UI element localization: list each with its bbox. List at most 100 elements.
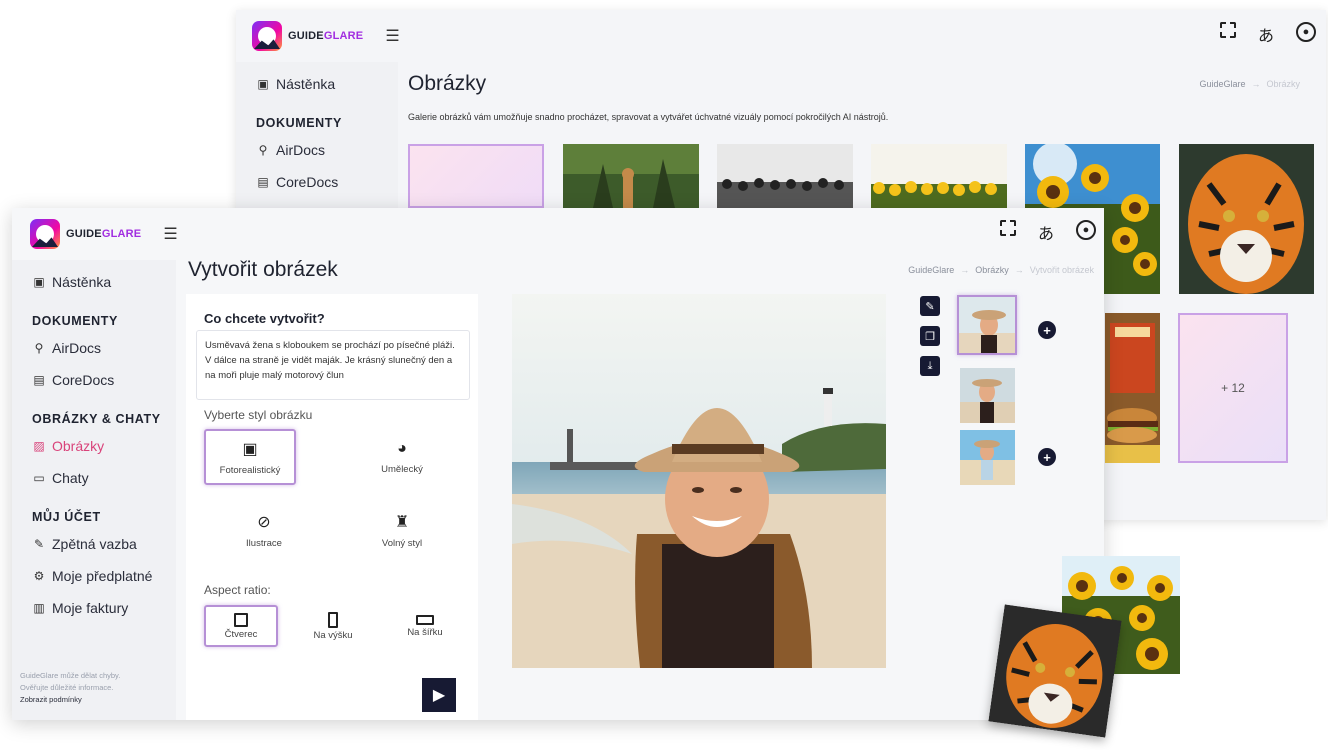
dashboard-icon: ▣ [33, 275, 45, 289]
logo[interactable]: GUIDEGLARE [30, 219, 141, 249]
palette-icon: ◕ [397, 439, 407, 457]
aspect-option-label: Na výšku [313, 629, 353, 641]
style-option-artistic[interactable]: ◕ Umělecký [356, 429, 448, 485]
breadcrumb: GuideGlare → Obrázky → Vytvořit obrázek [908, 265, 1094, 275]
sidebar-item-label: CoreDocs [52, 372, 115, 388]
add-icon[interactable]: + [1038, 321, 1056, 339]
tiger-image [988, 604, 1122, 738]
style-option-illustration[interactable]: ⊘ Ilustrace [218, 502, 310, 558]
breadcrumb-item: Vytvořit obrázek [1029, 265, 1094, 275]
feedback-icon: ✎ [33, 537, 45, 551]
sidebar-item-label: Moje faktury [52, 600, 129, 616]
aspect-option-portrait[interactable]: Na výšku [296, 605, 370, 647]
download-icon[interactable]: ⤓ [920, 356, 940, 376]
gallery-thumb[interactable] [563, 144, 699, 208]
sidebar-item-coredocs[interactable]: ▤ CoreDocs [12, 364, 176, 396]
prompt-input[interactable]: Usměvavá žena s kloboukem se prochází po… [196, 330, 470, 400]
pin-icon: ⚲ [34, 341, 44, 355]
sidebar: ▣ Nástěnka DOKUMENTY ⚲ AirDocs ▤ CoreDocs O… [12, 260, 176, 720]
add-icon[interactable]: + [1038, 448, 1056, 466]
stage: GUIDEGLARE ☰ あ ● ▣ Nástěnka DOKUMENTY ⚲ Ai… [0, 0, 1328, 750]
sidebar-item-label: Nástěnka [52, 274, 112, 290]
style-option-free[interactable]: ♜ Volný styl [356, 502, 448, 558]
pen-icon: ⊘ [257, 513, 271, 531]
style-label: Vyberte styl obrázku [204, 408, 313, 422]
generate-button[interactable]: ▶ [422, 678, 456, 712]
gallery-thumb[interactable] [1179, 144, 1314, 294]
variant-thumb[interactable] [960, 430, 1015, 485]
sidebar-item-label: Zpětná vazba [52, 536, 137, 552]
translate-icon[interactable]: あ [1034, 220, 1058, 244]
chat-icon: ▭ [33, 471, 45, 485]
gallery-thumb[interactable] [717, 144, 853, 208]
page-title: Obrázky [408, 72, 487, 95]
style-option-label: Ilustrace [246, 537, 282, 549]
style-option-label: Volný styl [381, 537, 423, 549]
prompt-label: Co chcete vytvořit? [204, 311, 325, 326]
section-images-chats: OBRÁZKY & CHATY [32, 412, 161, 426]
sidebar-item-images[interactable]: ▨ Obrázky [12, 430, 176, 462]
terms-link[interactable]: Zobrazit podmínky [20, 694, 120, 706]
image-icon: ▨ [33, 439, 45, 453]
style-option-photorealistic[interactable]: ▣ Fotorealistický [204, 429, 296, 485]
user-icon[interactable]: ● [1076, 220, 1096, 240]
gallery-thumb[interactable] [1105, 313, 1160, 463]
aspect-option-label: Na šířku [407, 626, 443, 638]
section-account: MŮJ ÚČET [32, 510, 101, 524]
fullscreen-icon[interactable] [1220, 22, 1236, 38]
play-icon: ▶ [432, 687, 446, 704]
gallery-thumb[interactable] [408, 144, 544, 208]
sidebar-item-airdocs[interactable]: ⚲ AirDocs [12, 332, 176, 364]
translate-icon[interactable]: あ [1254, 22, 1278, 46]
sidebar-item-label: Obrázky [52, 438, 105, 454]
sidebar-item-subscriptions[interactable]: ⚙ Moje předplatné [12, 560, 176, 592]
variant-thumb[interactable] [960, 368, 1015, 423]
sidebar-footer: GuideGlare může dělat chyby. Ověřujte dů… [20, 670, 120, 706]
landscape-icon [416, 614, 434, 625]
aspect-option-label: Čtverec [224, 628, 258, 640]
breadcrumb: GuideGlare → Obrázky [1199, 79, 1300, 89]
more-count: + 12 [1221, 381, 1245, 395]
pin-icon: ⚲ [258, 143, 268, 157]
sidebar-item-coredocs[interactable]: ▤ CoreDocs [236, 166, 398, 198]
robot-icon: ♜ [394, 513, 410, 531]
variant-thumb[interactable] [957, 295, 1017, 355]
aspect-option-square[interactable]: Čtverec [204, 605, 278, 647]
sidebar-item-label: Chaty [52, 470, 89, 486]
menu-icon[interactable]: ☰ [385, 26, 399, 46]
create-topbar: GUIDEGLARE ☰ あ ● [12, 208, 1104, 260]
sidebar-item-label: CoreDocs [276, 174, 339, 190]
photo-icon: ▣ [242, 440, 258, 458]
page-title: Vytvořit obrázek [188, 258, 338, 281]
breadcrumb-item[interactable]: GuideGlare [908, 265, 954, 275]
copy-icon[interactable]: ❐ [920, 326, 940, 346]
sidebar-item-dashboard[interactable]: ▣ Nástěnka [236, 68, 398, 100]
breadcrumb-item[interactable]: GuideGlare [1199, 79, 1245, 89]
sidebar-item-feedback[interactable]: ✎ Zpětná vazba [12, 528, 176, 560]
dashboard-icon: ▣ [257, 77, 269, 91]
logo[interactable]: GUIDEGLARE [252, 21, 363, 51]
sidebar-item-airdocs[interactable]: ⚲ AirDocs [236, 134, 398, 166]
create-image-window: GUIDEGLARE ☰ あ ● ▣ Nástěnka DOKUMENTY ⚲ Ai… [12, 208, 1104, 720]
sidebar-item-invoices[interactable]: ▥ Moje faktury [12, 592, 176, 624]
gallery-topbar: GUIDEGLARE ☰ あ ● [236, 10, 1326, 62]
generated-image[interactable] [512, 294, 886, 668]
user-icon[interactable]: ● [1296, 22, 1316, 42]
docs-icon: ▤ [33, 373, 45, 387]
square-icon [234, 612, 248, 627]
sidebar-item-label: AirDocs [276, 142, 326, 158]
sliders-icon: ⚙ [33, 569, 45, 583]
sidebar-item-chats[interactable]: ▭ Chaty [12, 462, 176, 494]
fullscreen-icon[interactable] [1000, 220, 1016, 236]
sidebar-item-dashboard[interactable]: ▣ Nástěnka [12, 266, 176, 298]
logo-text: GUIDEGLARE [288, 30, 364, 42]
aspect-option-landscape[interactable]: Na šířku [388, 605, 462, 647]
footer-disclaimer: GuideGlare může dělat chyby. [20, 671, 121, 680]
menu-icon[interactable]: ☰ [163, 224, 177, 244]
more-images-tile[interactable]: + 12 [1178, 313, 1288, 463]
edit-icon[interactable]: ✎ [920, 296, 940, 316]
breadcrumb-item[interactable]: Obrázky [975, 265, 1009, 275]
gallery-thumb[interactable] [871, 144, 1007, 208]
portrait-icon [328, 611, 338, 628]
gallery-description: Galerie obrázků vám umožňuje snadno proc… [408, 112, 889, 122]
